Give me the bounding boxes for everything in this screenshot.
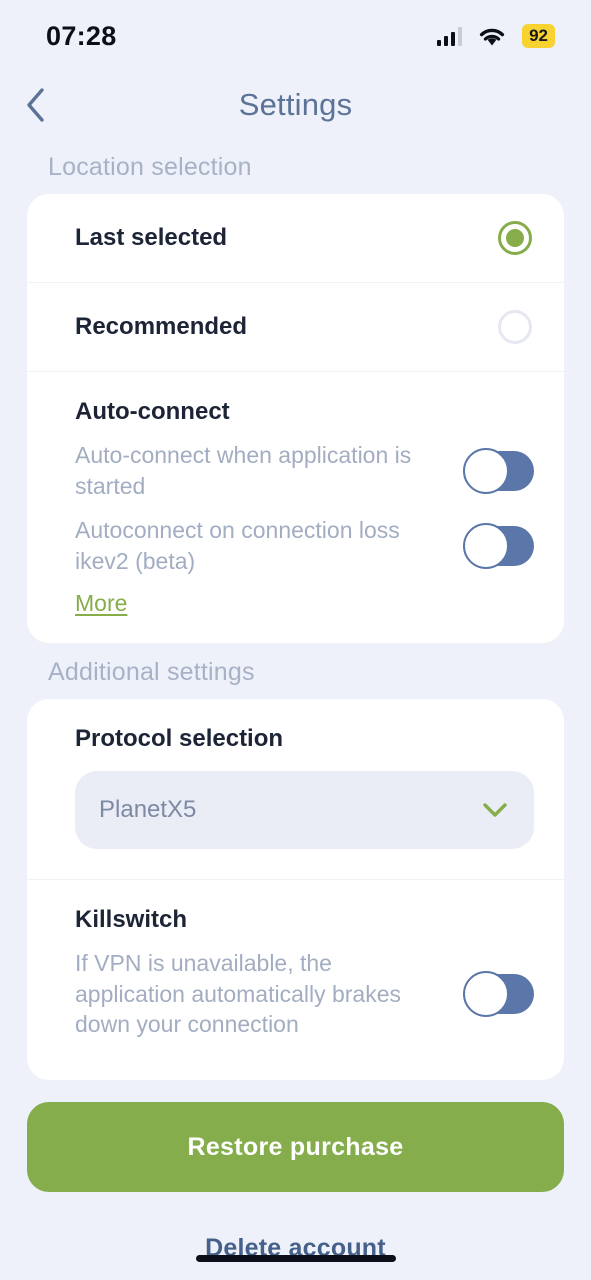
protocol-selected-value: PlanetX5 bbox=[99, 796, 197, 824]
protocol-selection-block: Protocol selection PlanetX5 bbox=[27, 699, 564, 879]
section-header-additional: Additional settings bbox=[48, 658, 255, 687]
home-indicator bbox=[195, 1255, 396, 1262]
killswitch-toggle[interactable] bbox=[463, 971, 534, 1018]
settings-content: Location selection Last selected Recomme… bbox=[0, 138, 591, 1280]
radio-row-last-selected[interactable]: Last selected bbox=[27, 194, 564, 282]
radio-label-last-selected: Last selected bbox=[75, 224, 228, 251]
back-button[interactable] bbox=[10, 80, 60, 130]
radio-button-recommended[interactable] bbox=[498, 310, 532, 344]
additional-settings-card: Protocol selection PlanetX5 Killswitch I… bbox=[27, 699, 564, 1081]
chevron-down-icon bbox=[482, 802, 508, 818]
more-link[interactable]: More bbox=[75, 590, 127, 617]
auto-connect-on-loss-row: Autoconnect on connection loss ikev2 (be… bbox=[75, 515, 534, 576]
auto-connect-on-start-label: Auto-connect when application is started bbox=[75, 442, 412, 499]
killswitch-description: If VPN is unavailable, the application a… bbox=[75, 950, 402, 1038]
location-card: Last selected Recommended Auto-connect A… bbox=[27, 194, 564, 644]
killswitch-block: Killswitch If VPN is unavailable, the ap… bbox=[27, 880, 564, 1080]
wifi-icon bbox=[478, 26, 506, 47]
restore-purchase-button[interactable]: Restore purchase bbox=[27, 1102, 564, 1193]
cellular-signal-icon bbox=[437, 26, 463, 46]
auto-connect-on-loss-label: Autoconnect on connection loss ikev2 (be… bbox=[75, 517, 400, 574]
battery-badge: 92 bbox=[522, 23, 555, 49]
killswitch-title: Killswitch bbox=[75, 906, 188, 934]
toggle-knob bbox=[463, 447, 509, 494]
auto-connect-block: Auto-connect Auto-connect when applicati… bbox=[27, 372, 564, 643]
auto-connect-on-start-toggle[interactable] bbox=[463, 447, 534, 494]
status-time: 07:28 bbox=[46, 20, 117, 51]
chevron-left-icon bbox=[27, 88, 44, 122]
status-icons: 92 bbox=[437, 23, 555, 49]
settings-screen: 07:28 92 Settings Location selection Las… bbox=[0, 0, 591, 1280]
auto-connect-on-loss-toggle[interactable] bbox=[463, 522, 534, 569]
toggle-knob bbox=[463, 971, 509, 1018]
toggle-knob bbox=[463, 522, 509, 569]
protocol-selection-title: Protocol selection bbox=[75, 725, 284, 753]
nav-bar: Settings bbox=[0, 72, 591, 138]
auto-connect-title: Auto-connect bbox=[75, 398, 230, 425]
auto-connect-on-start-row: Auto-connect when application is started bbox=[75, 440, 534, 501]
radio-label-recommended: Recommended bbox=[75, 313, 248, 340]
killswitch-row: If VPN is unavailable, the application a… bbox=[75, 948, 534, 1040]
radio-row-recommended[interactable]: Recommended bbox=[27, 283, 564, 371]
radio-button-last-selected[interactable] bbox=[498, 221, 532, 255]
protocol-select[interactable]: PlanetX5 bbox=[75, 771, 534, 850]
section-header-location: Location selection bbox=[48, 153, 252, 181]
status-bar: 07:28 92 bbox=[0, 0, 591, 72]
page-title: Settings bbox=[238, 87, 353, 122]
